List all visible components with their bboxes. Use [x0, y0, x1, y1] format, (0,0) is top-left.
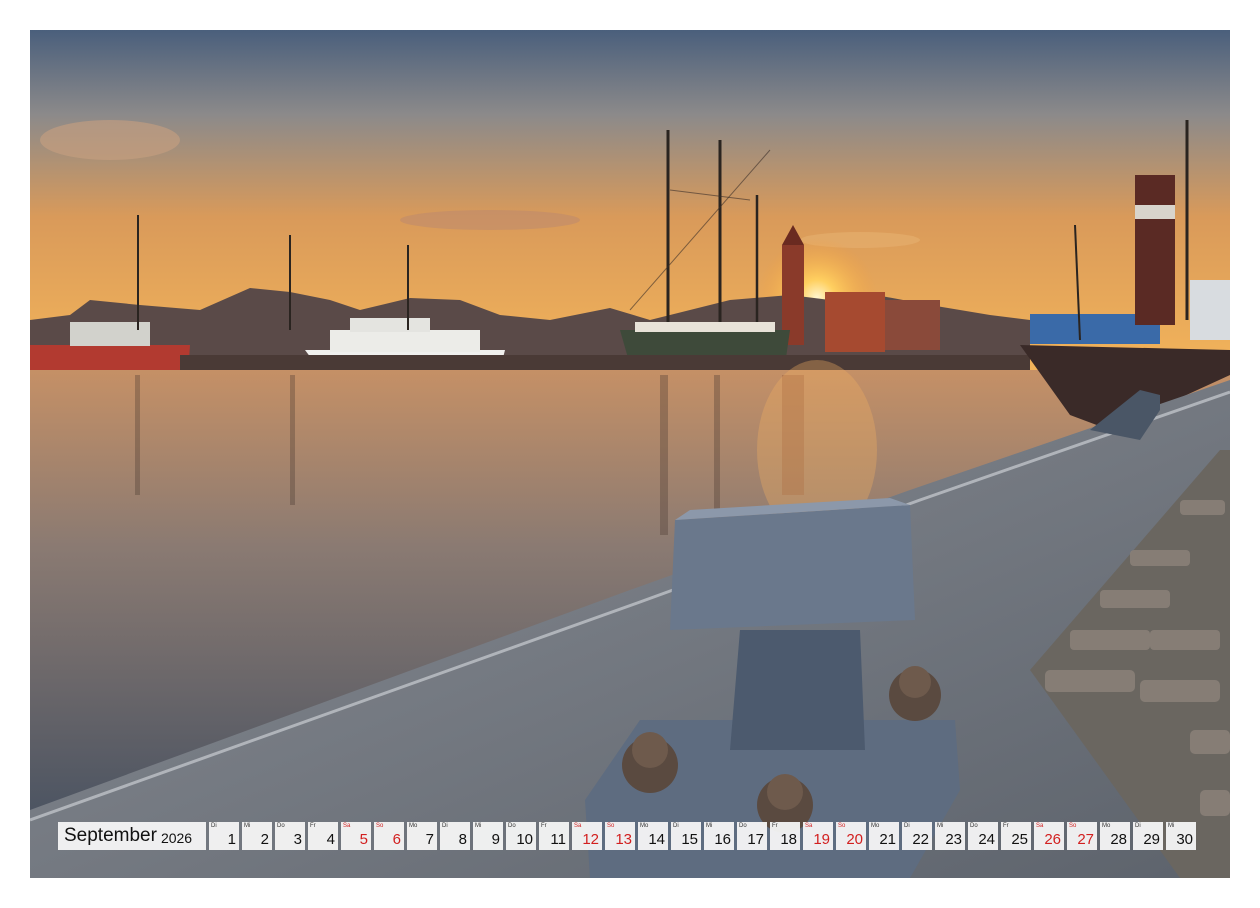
day-number: 26: [1044, 831, 1061, 848]
weekday-abbrev: Do: [277, 823, 285, 829]
day-number: 14: [648, 831, 665, 848]
weekday-abbrev: Mo: [409, 823, 418, 829]
day-cell: Mo 14: [638, 822, 668, 850]
day-cell: Do 17: [737, 822, 767, 850]
weekday-abbrev: So: [607, 823, 615, 829]
day-number: 25: [1011, 831, 1028, 848]
harbor-sunset-photo: [30, 30, 1230, 878]
day-number: 28: [1110, 831, 1127, 848]
day-cell: Mo 28: [1100, 822, 1130, 850]
day-cells: Di 1 Mi 2 Do 3 Fr 4 Sa 5 So 6 Mo 7 Di 8 Mi 9 Do 10 Fr 11 Sa 12 S…: [209, 822, 1199, 850]
day-cell: Mo 7: [407, 822, 437, 850]
weekday-abbrev: Do: [739, 823, 747, 829]
day-cell: Di 8: [440, 822, 470, 850]
day-cell: Fr 18: [770, 822, 800, 850]
weekday-abbrev: Fr: [310, 823, 316, 829]
day-cell: So 13: [605, 822, 635, 850]
day-cell: Sa 26: [1034, 822, 1064, 850]
day-number: 29: [1143, 831, 1160, 848]
day-number: 1: [227, 831, 236, 848]
weekday-abbrev: Mi: [937, 823, 944, 829]
weekday-abbrev: Di: [211, 823, 217, 829]
day-cell: Mi 23: [935, 822, 965, 850]
day-cell: Di 15: [671, 822, 701, 850]
day-number: 7: [425, 831, 434, 848]
weekday-abbrev: So: [838, 823, 846, 829]
weekday-abbrev: Fr: [1003, 823, 1009, 829]
weekday-abbrev: Fr: [772, 823, 778, 829]
day-number: 22: [912, 831, 929, 848]
day-number: 12: [582, 831, 599, 848]
day-number: 16: [714, 831, 731, 848]
day-number: 21: [879, 831, 896, 848]
month-label: September 2026: [58, 822, 206, 850]
day-number: 19: [813, 831, 830, 848]
weekday-abbrev: Mi: [475, 823, 482, 829]
weekday-abbrev: Do: [970, 823, 978, 829]
weekday-abbrev: Di: [1135, 823, 1141, 829]
day-number: 27: [1077, 831, 1094, 848]
weekday-abbrev: Mo: [871, 823, 880, 829]
day-number: 20: [846, 831, 863, 848]
day-cell: Mi 30: [1166, 822, 1196, 850]
day-number: 30: [1176, 831, 1193, 848]
day-cell: So 20: [836, 822, 866, 850]
day-cell: Di 1: [209, 822, 239, 850]
day-number: 11: [550, 831, 566, 848]
weekday-abbrev: Sa: [574, 823, 582, 829]
day-number: 3: [293, 831, 302, 848]
month-name: September: [64, 825, 157, 846]
calendar-strip: September 2026 Di 1 Mi 2 Do 3 Fr 4 Sa 5 So 6 Mo 7 Di 8 M…: [58, 822, 1199, 850]
weekday-abbrev: Do: [508, 823, 516, 829]
day-cell: Mo 21: [869, 822, 899, 850]
day-cell: Mi 9: [473, 822, 503, 850]
day-cell: Mi 16: [704, 822, 734, 850]
day-number: 8: [458, 831, 467, 848]
weekday-abbrev: So: [1069, 823, 1077, 829]
day-cell: Do 10: [506, 822, 536, 850]
day-cell: Sa 12: [572, 822, 602, 850]
day-number: 10: [516, 831, 533, 848]
day-cell: Sa 19: [803, 822, 833, 850]
weekday-abbrev: Di: [904, 823, 910, 829]
day-cell: Mi 2: [242, 822, 272, 850]
day-number: 23: [945, 831, 962, 848]
day-cell: Do 3: [275, 822, 305, 850]
day-number: 24: [978, 831, 995, 848]
day-number: 15: [681, 831, 698, 848]
weekday-abbrev: Mi: [706, 823, 713, 829]
day-number: 6: [392, 831, 401, 848]
day-cell: So 27: [1067, 822, 1097, 850]
weekday-abbrev: Fr: [541, 823, 547, 829]
weekday-abbrev: Mo: [1102, 823, 1111, 829]
day-cell: Di 22: [902, 822, 932, 850]
day-number: 9: [491, 831, 500, 848]
day-cell: Di 29: [1133, 822, 1163, 850]
day-number: 4: [326, 831, 335, 848]
year: 2026: [160, 829, 193, 846]
weekday-abbrev: So: [376, 823, 384, 829]
day-cell: Sa 5: [341, 822, 371, 850]
weekday-abbrev: Sa: [1036, 823, 1044, 829]
weekday-abbrev: Mi: [244, 823, 251, 829]
day-number: 2: [260, 831, 269, 848]
day-cell: Do 24: [968, 822, 998, 850]
weekday-abbrev: Sa: [343, 823, 351, 829]
day-cell: Fr 4: [308, 822, 338, 850]
day-number: 17: [747, 831, 764, 848]
day-number: 18: [780, 831, 797, 848]
day-cell: So 6: [374, 822, 404, 850]
weekday-abbrev: Mi: [1168, 823, 1175, 829]
day-number: 5: [359, 831, 368, 848]
weekday-abbrev: Sa: [805, 823, 813, 829]
weekday-abbrev: Mo: [640, 823, 649, 829]
day-number: 13: [615, 831, 632, 848]
day-cell: Fr 11: [539, 822, 569, 850]
weekday-abbrev: Di: [673, 823, 679, 829]
day-cell: Fr 25: [1001, 822, 1031, 850]
weekday-abbrev: Di: [442, 823, 448, 829]
